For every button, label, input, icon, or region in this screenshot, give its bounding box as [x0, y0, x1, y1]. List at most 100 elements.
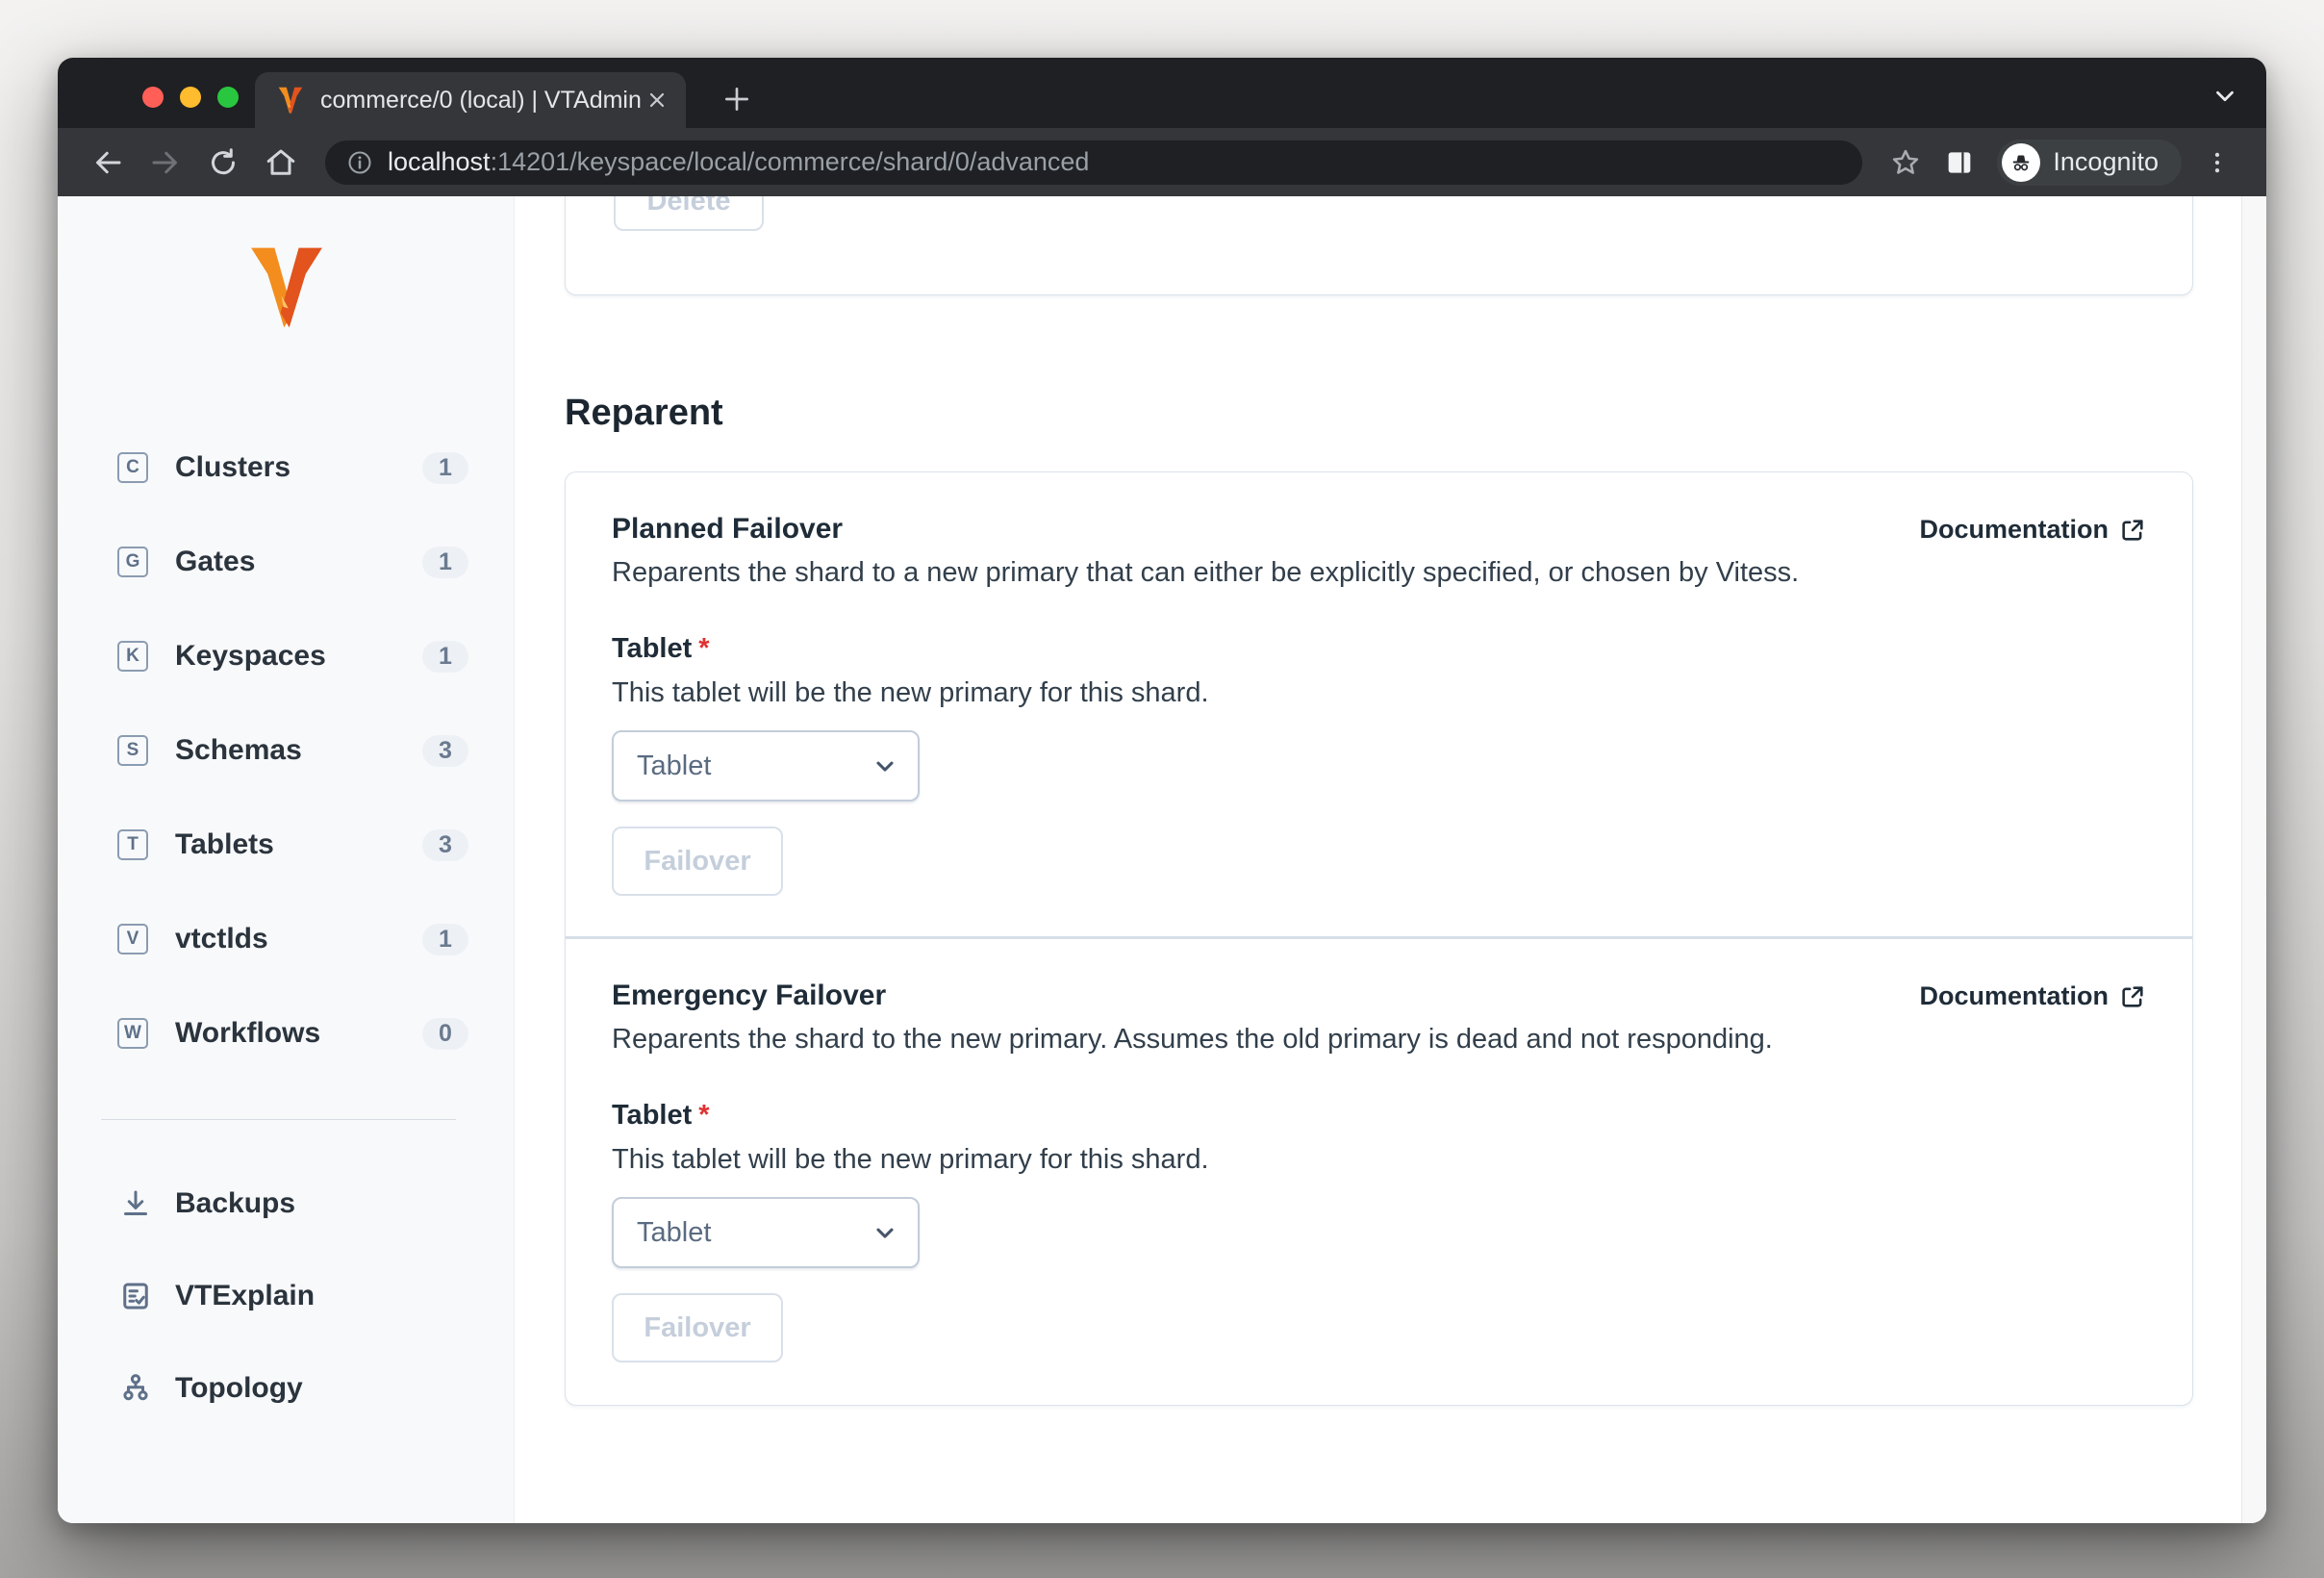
sidebar-item-gates[interactable]: G Gates 1 — [58, 539, 514, 585]
side-panel-icon — [1949, 151, 1971, 173]
url-text: localhost:14201/keyspace/local/commerce/… — [388, 147, 1089, 177]
sidebar-item-label: Gates — [175, 546, 256, 577]
three-dot-menu-icon — [2214, 152, 2220, 172]
main-content: Delete Reparent Planned Failover Documen… — [515, 196, 2266, 1523]
site-info-icon[interactable] — [346, 149, 373, 176]
sidebar-item-label: vtctlds — [175, 923, 268, 954]
minimize-window-button[interactable] — [180, 87, 201, 108]
browser-menu-button[interactable] — [2203, 148, 2232, 177]
forward-button[interactable] — [148, 145, 183, 180]
tab-search-button[interactable] — [2210, 82, 2239, 111]
sidebar-item-label: Clusters — [175, 451, 291, 483]
window-controls — [142, 87, 239, 108]
desktop-background: commerce/0 (local) | VTAdmin localhost:1… — [0, 0, 2324, 1578]
browser-window: commerce/0 (local) | VTAdmin localhost:1… — [58, 58, 2266, 1523]
side-panel-button[interactable] — [1943, 146, 1976, 179]
external-link-icon — [2122, 985, 2143, 1007]
back-button[interactable] — [90, 145, 125, 180]
vtadmin-app: C Clusters 1 G Gates 1 K Keyspaces 1 S S… — [58, 196, 2266, 1523]
browser-tab[interactable]: commerce/0 (local) | VTAdmin — [255, 72, 686, 128]
tablet-select-value: Tablet — [637, 1216, 712, 1248]
incognito-icon — [2002, 142, 2041, 182]
reload-icon — [212, 147, 236, 174]
emergency-failover-button[interactable]: Failover — [612, 1293, 783, 1362]
tablets-icon: T — [117, 829, 148, 860]
delete-button[interactable]: Delete — [614, 196, 764, 231]
new-tab-button[interactable] — [721, 84, 752, 115]
chevron-down-icon — [876, 1228, 894, 1238]
url-path: :14201/keyspace/local/commerce/shard/0/a… — [490, 147, 1090, 176]
sidebar-item-label: Keyspaces — [175, 640, 326, 672]
tab-close-icon[interactable] — [645, 89, 669, 112]
count-badge: 1 — [422, 640, 468, 673]
nav-buttons — [90, 145, 298, 180]
count-badge: 3 — [422, 828, 468, 861]
sidebar-item-tablets[interactable]: T Tablets 3 — [58, 822, 514, 868]
required-asterisk: * — [698, 1100, 710, 1131]
sidebar-item-workflows[interactable]: W Workflows 0 — [58, 1010, 514, 1056]
document-check-icon — [115, 1276, 156, 1316]
tablet-field-label: Tablet * — [612, 1100, 710, 1131]
topology-tree-icon — [115, 1368, 156, 1409]
count-badge: 1 — [422, 923, 468, 955]
home-button[interactable] — [264, 145, 298, 180]
planned-failover-button[interactable]: Failover — [612, 827, 783, 896]
sidebar-item-keyspaces[interactable]: K Keyspaces 1 — [58, 633, 514, 679]
sidebar-item-clusters[interactable]: C Clusters 1 — [58, 445, 514, 491]
keyspaces-icon: K — [117, 641, 148, 672]
required-asterisk: * — [698, 633, 710, 664]
download-icon — [115, 1184, 156, 1224]
back-arrow-icon — [96, 151, 121, 173]
sidebar-nav: C Clusters 1 G Gates 1 K Keyspaces 1 S S… — [58, 445, 514, 1105]
reload-button[interactable] — [206, 145, 240, 180]
sidebar-item-schemas[interactable]: S Schemas 3 — [58, 727, 514, 774]
star-icon — [1893, 149, 1919, 174]
sidebar-item-vtexplain[interactable]: VTExplain — [58, 1273, 514, 1319]
incognito-label: Incognito — [2053, 147, 2159, 176]
vitess-logo — [251, 247, 322, 328]
forward-arrow-icon — [152, 151, 177, 173]
documentation-link-label: Documentation — [1919, 515, 2109, 544]
tablet-select[interactable]: Tablet — [612, 730, 920, 802]
sidebar-item-label: VTExplain — [175, 1280, 316, 1311]
documentation-link[interactable]: Documentation — [1919, 981, 2146, 1011]
fullscreen-window-button[interactable] — [217, 87, 239, 108]
close-window-button[interactable] — [142, 87, 164, 108]
home-icon — [266, 149, 295, 175]
vtctlds-icon: V — [117, 924, 148, 954]
planned-failover-title: Planned Failover — [612, 513, 844, 545]
sidebar-item-vtctlds[interactable]: V vtctlds 1 — [58, 916, 514, 962]
page-section-title: Reparent — [565, 393, 723, 433]
emergency-failover-description: Reparents the shard to the new primary. … — [612, 1024, 1773, 1055]
tablet-field-help: This tablet will be the new primary for … — [612, 1144, 1209, 1175]
tab-strip: commerce/0 (local) | VTAdmin — [58, 58, 2266, 128]
vitess-favicon-icon — [278, 87, 303, 114]
gates-icon: G — [117, 547, 148, 577]
sidebar-item-topology[interactable]: Topology — [58, 1365, 514, 1412]
sidebar-item-backups[interactable]: Backups — [58, 1181, 514, 1227]
tablet-field-label: Tablet * — [612, 633, 710, 664]
reparent-card: Planned Failover Documentation Reparents… — [565, 471, 2193, 1406]
tablet-select[interactable]: Tablet — [612, 1197, 920, 1268]
chevron-down-icon — [876, 761, 894, 772]
toolbar-right: Incognito — [1889, 139, 2232, 186]
tablet-field-help: This tablet will be the new primary for … — [612, 677, 1209, 708]
browser-toolbar: localhost:14201/keyspace/local/commerce/… — [58, 128, 2266, 196]
tablet-select-value: Tablet — [637, 750, 712, 781]
incognito-badge: Incognito — [1997, 139, 2182, 186]
sidebar-item-label: Backups — [175, 1187, 296, 1219]
documentation-link[interactable]: Documentation — [1919, 515, 2146, 545]
bookmark-star-button[interactable] — [1889, 146, 1922, 179]
address-bar[interactable]: localhost:14201/keyspace/local/commerce/… — [325, 140, 1863, 185]
sidebar-item-label: Workflows — [175, 1017, 321, 1049]
workflows-icon: W — [117, 1018, 148, 1049]
sidebar-item-label: Schemas — [175, 734, 302, 766]
schemas-icon: S — [117, 735, 148, 766]
tab-title: commerce/0 (local) | VTAdmin — [320, 86, 642, 114]
planned-failover-description: Reparents the shard to a new primary tha… — [612, 557, 1800, 588]
sidebar-item-label: Topology — [175, 1372, 303, 1404]
scrollbar[interactable] — [2241, 196, 2266, 1523]
partial-card: Delete — [565, 196, 2193, 295]
count-badge: 1 — [422, 546, 468, 578]
count-badge: 1 — [422, 451, 468, 484]
